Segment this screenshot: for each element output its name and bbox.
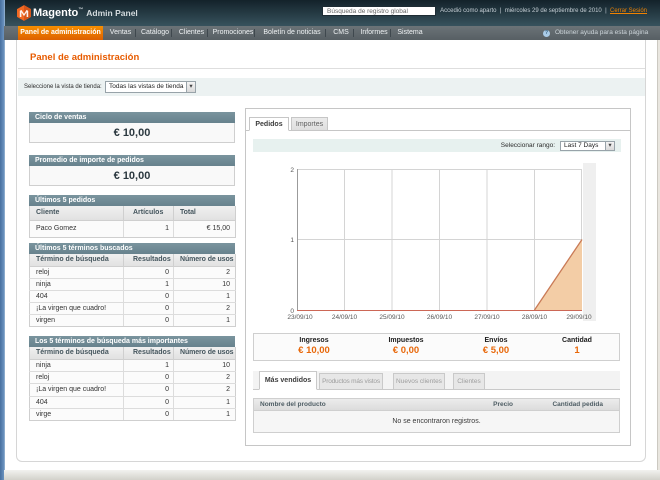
- svg-text:28/09/10: 28/09/10: [522, 314, 548, 321]
- svg-text:25/09/10: 25/09/10: [379, 314, 405, 321]
- svg-text:2: 2: [290, 167, 294, 174]
- svg-text:29/09/10: 29/09/10: [566, 314, 592, 321]
- svg-text:26/09/10: 26/09/10: [427, 314, 453, 321]
- svg-text:23/09/10: 23/09/10: [287, 314, 313, 321]
- svg-text:1: 1: [290, 237, 294, 244]
- svg-text:27/09/10: 27/09/10: [474, 314, 500, 321]
- svg-text:24/09/10: 24/09/10: [332, 314, 358, 321]
